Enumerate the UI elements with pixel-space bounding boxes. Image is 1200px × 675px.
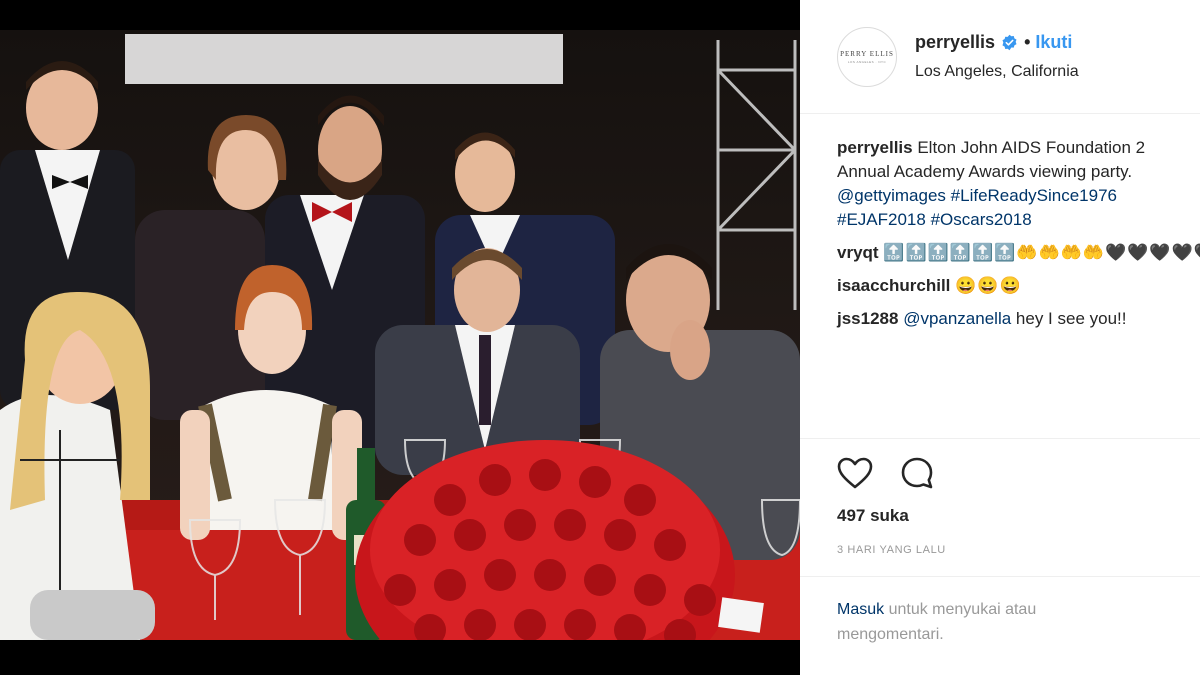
- post-side-panel: PERRY ELLIS LOS ANGELES · NYC perryellis…: [800, 0, 1200, 675]
- avatar-logo-subtext: LOS ANGELES · NYC: [847, 60, 887, 64]
- caption-mention[interactable]: @gettyimages: [837, 186, 946, 205]
- comment-icon[interactable]: [899, 455, 935, 491]
- header-username[interactable]: perryellis: [915, 32, 995, 53]
- post-photo-pane: [0, 0, 800, 675]
- background-screen: [125, 34, 563, 84]
- caption-hashtag[interactable]: #LifeReadySince1976: [951, 186, 1117, 205]
- silver-clutch: [30, 590, 155, 640]
- post-location[interactable]: Los Angeles, California: [915, 63, 1079, 81]
- follow-button[interactable]: Ikuti: [1035, 32, 1072, 53]
- login-prompt: Masuk untuk menyukai atau mengomentari.: [837, 597, 1137, 647]
- comment-text: 🔝🔝🔝🔝🔝🔝🤲🤲🤲🤲🖤🖤🖤🖤🖤: [883, 243, 1200, 262]
- post-caption: perryellis Elton John AIDS Foundation 2 …: [837, 136, 1200, 232]
- caption-text-1: Elton John AIDS Foundation 2: [917, 138, 1146, 157]
- comment-item: vryqt 🔝🔝🔝🔝🔝🔝🤲🤲🤲🤲🖤🖤🖤🖤🖤: [837, 241, 1200, 265]
- avatar[interactable]: PERRY ELLIS LOS ANGELES · NYC: [837, 27, 897, 87]
- comment-item: jss1288 @vpanzanella hey I see you!!: [837, 307, 1200, 331]
- comment-username[interactable]: jss1288: [837, 309, 898, 328]
- verified-badge-icon: [1001, 34, 1018, 51]
- comments-section: perryellis Elton John AIDS Foundation 2 …: [837, 136, 1200, 331]
- comment-text: hey I see you!!: [1015, 309, 1127, 328]
- avatar-logo-text: PERRY ELLIS: [840, 50, 894, 58]
- post-actions: [837, 455, 935, 491]
- caption-line-1: perryellis Elton John AIDS Foundation 2: [837, 136, 1200, 160]
- divider: [800, 438, 1200, 439]
- comment-item: isaacchurchill 😀😀😀: [837, 274, 1200, 298]
- photo-illustration: [0, 34, 800, 640]
- place-card: [718, 597, 764, 633]
- divider: [800, 576, 1200, 577]
- comment-mention[interactable]: @vpanzanella: [903, 309, 1011, 328]
- comment-username[interactable]: isaacchurchill: [837, 276, 950, 295]
- heart-icon[interactable]: [837, 455, 873, 491]
- background-scaffold: [716, 40, 797, 310]
- caption-hashtag[interactable]: #Oscars2018: [931, 210, 1032, 229]
- comment-username[interactable]: vryqt: [837, 243, 879, 262]
- caption-hashtag[interactable]: #EJAF2018: [837, 210, 926, 229]
- separator-dot: •: [1024, 32, 1031, 52]
- caption-line-4: #EJAF2018 #Oscars2018: [837, 208, 1200, 232]
- caption-line-2: Annual Academy Awards viewing party.: [837, 162, 1133, 181]
- caption-username[interactable]: perryellis: [837, 138, 913, 157]
- post-timestamp[interactable]: 3 HARI YANG LALU: [837, 544, 946, 556]
- header-username-line: perryellis • Ikuti: [915, 32, 1072, 53]
- post-header: PERRY ELLIS LOS ANGELES · NYC perryellis…: [800, 0, 1200, 114]
- post-photo[interactable]: [0, 30, 800, 640]
- like-count[interactable]: 497 suka: [837, 506, 909, 526]
- comment-text: 😀😀😀: [955, 276, 1022, 295]
- login-link[interactable]: Masuk: [837, 601, 884, 618]
- caption-line-3: @gettyimages #LifeReadySince1976: [837, 184, 1200, 208]
